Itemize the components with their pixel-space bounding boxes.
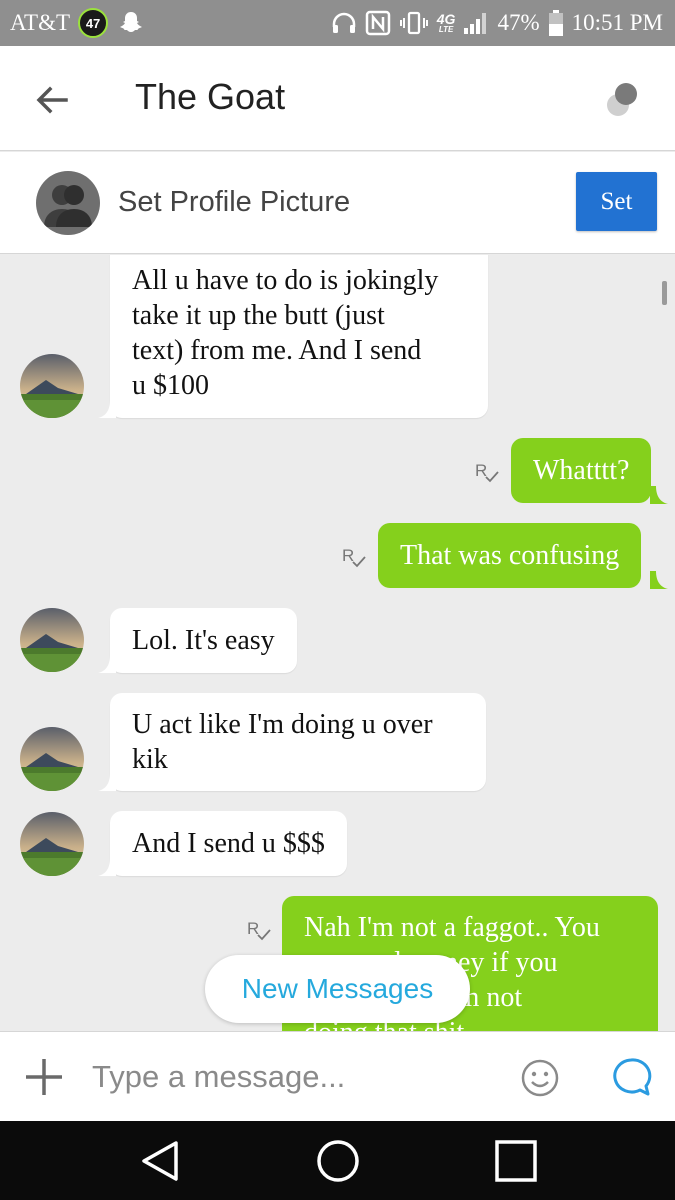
- bubble-tail: [98, 655, 116, 673]
- nav-back-icon[interactable]: [138, 1139, 182, 1183]
- status-bar: AT&T 47 4G LTE 47% 10:51 PM: [0, 0, 675, 46]
- contact-avatar[interactable]: [20, 727, 84, 791]
- profile-silhouette-icon: [44, 185, 92, 227]
- message-input[interactable]: [92, 1052, 502, 1102]
- bubble-tail: [650, 571, 668, 589]
- bubble-tail: [98, 773, 116, 791]
- message-line: kik: [132, 744, 168, 775]
- battery-percent: 47%: [497, 10, 540, 35]
- message-line: That was confusing: [400, 540, 620, 571]
- message-list[interactable]: All u have to do is jokingly take it up …: [0, 255, 675, 1031]
- message-line: U act like I'm doing u over: [132, 709, 433, 740]
- scrollbar[interactable]: [662, 281, 667, 305]
- contact-avatar[interactable]: [20, 608, 84, 672]
- contact-avatar[interactable]: [20, 812, 84, 876]
- message-line: Nah I'm not a faggot.. You: [304, 912, 600, 943]
- svg-text:R: R: [475, 461, 487, 480]
- conversation-title[interactable]: The Goat: [135, 76, 285, 118]
- set-profile-picture-label: Set Profile Picture: [118, 186, 351, 218]
- smiley-icon[interactable]: [520, 1058, 560, 1098]
- profile-picture-bar: Set Profile Picture Set: [0, 152, 675, 254]
- nfc-icon: [365, 10, 390, 36]
- incoming-message[interactable]: U act like I'm doing u over kik: [110, 693, 486, 791]
- back-arrow-icon[interactable]: [30, 78, 74, 122]
- options-icon[interactable]: [600, 76, 646, 122]
- bubble-tail: [98, 858, 116, 876]
- battery-icon: [548, 10, 563, 36]
- outgoing-message[interactable]: Whatttt?: [511, 438, 652, 503]
- new-messages-button[interactable]: New Messages: [205, 955, 470, 1023]
- chat-bubble-icon[interactable]: [610, 1056, 652, 1098]
- message-line: All u have to do is jokingly: [132, 265, 439, 296]
- set-profile-picture-button[interactable]: Set: [576, 172, 657, 231]
- mountain-photo-icon: [20, 812, 84, 876]
- message-line: Lol. It's easy: [132, 625, 275, 656]
- incoming-message[interactable]: And I send u $$$: [110, 811, 347, 876]
- contact-avatar[interactable]: [20, 354, 84, 418]
- bubble-tail: [98, 400, 116, 418]
- plus-icon[interactable]: [24, 1057, 64, 1097]
- read-receipt-icon: R: [247, 919, 271, 941]
- nav-recents-icon[interactable]: [494, 1139, 538, 1183]
- clock: 10:51 PM: [571, 10, 663, 35]
- carrier-label: AT&T: [10, 10, 71, 35]
- snapchat-icon: [120, 12, 143, 32]
- message-line: u $100: [132, 370, 209, 401]
- read-receipt-icon: R: [475, 461, 499, 483]
- read-receipt-icon: R: [342, 546, 366, 568]
- message-line: Whatttt?: [533, 455, 630, 486]
- signal-icon: [464, 13, 487, 34]
- svg-text:R: R: [247, 919, 259, 938]
- outgoing-message[interactable]: That was confusing: [378, 523, 642, 588]
- group-avatar[interactable]: [36, 171, 100, 235]
- mountain-photo-icon: [20, 354, 84, 418]
- notification-count-badge: 47: [78, 8, 109, 38]
- svg-text:R: R: [342, 546, 354, 565]
- headphones-icon: [332, 12, 355, 33]
- composer-bar: [0, 1031, 675, 1121]
- network-type: 4G LTE: [436, 10, 456, 34]
- message-line: And I send u $$$: [132, 828, 325, 859]
- bubble-tail: [650, 486, 668, 504]
- incoming-message[interactable]: Lol. It's easy: [110, 608, 297, 673]
- conversation-header: The Goat: [0, 46, 675, 151]
- system-navigation-bar: [0, 1121, 675, 1200]
- message-line: take it up the butt (just: [132, 300, 385, 331]
- vibrate-icon: [399, 11, 428, 35]
- mountain-photo-icon: [20, 608, 84, 672]
- nav-home-icon[interactable]: [315, 1138, 361, 1184]
- mountain-photo-icon: [20, 727, 84, 791]
- status-indicators: 4G LTE 47% 10:51 PM: [331, 0, 663, 46]
- incoming-message[interactable]: All u have to do is jokingly take it up …: [110, 255, 488, 418]
- message-line: text) from me. And I send: [132, 335, 422, 366]
